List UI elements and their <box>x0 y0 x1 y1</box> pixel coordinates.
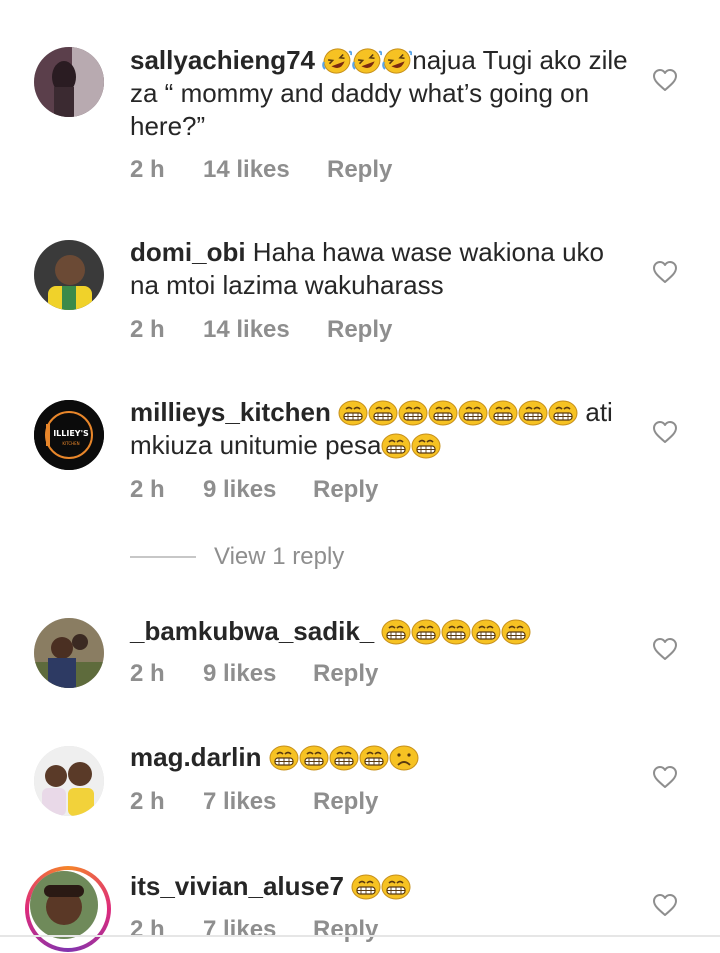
rofl-emoji-icon <box>322 48 353 74</box>
username[interactable]: mag.darlin <box>130 742 261 772</box>
comment-text: its_vivian_aluse7 <box>130 870 630 903</box>
emoji-group <box>381 430 441 460</box>
likes-count[interactable]: 7 likes <box>203 916 276 944</box>
avatar[interactable] <box>30 871 98 939</box>
username[interactable]: millieys_kitchen <box>130 397 331 427</box>
username[interactable]: _bamkubwa_sadik_ <box>130 616 374 646</box>
divider <box>130 556 196 558</box>
grin-emoji-icon <box>351 874 381 900</box>
timestamp: 2 h <box>130 788 165 815</box>
grin-emoji-icon <box>501 619 531 645</box>
comment-text: sallyachieng74 najua Tugi ako zile za “ … <box>130 44 630 143</box>
heart-icon[interactable] <box>652 68 678 92</box>
reply-button[interactable]: Reply <box>313 660 378 688</box>
timestamp: 2 h <box>130 476 165 503</box>
grin-emoji-icon <box>411 619 441 645</box>
frown-emoji-icon <box>389 745 419 771</box>
grin-emoji-icon <box>329 745 359 771</box>
reply-button[interactable]: Reply <box>313 788 378 816</box>
timestamp: 2 h <box>130 660 165 687</box>
likes-count[interactable]: 14 likes <box>203 156 290 184</box>
avatar[interactable] <box>34 618 104 688</box>
grin-emoji-icon <box>488 400 518 426</box>
grin-emoji-icon <box>269 745 299 771</box>
bottom-divider <box>0 935 720 937</box>
reply-button[interactable]: Reply <box>313 916 378 944</box>
grin-emoji-icon <box>381 874 411 900</box>
grin-emoji-icon <box>428 400 458 426</box>
username[interactable]: its_vivian_aluse7 <box>130 871 344 901</box>
logo-subtext: KITCHEN <box>62 441 79 446</box>
avatar[interactable] <box>34 47 104 117</box>
grin-emoji-icon <box>411 433 441 459</box>
likes-count[interactable]: 14 likes <box>203 316 290 344</box>
grin-emoji-icon <box>398 400 428 426</box>
heart-icon[interactable] <box>652 893 678 917</box>
reply-button[interactable]: Reply <box>327 156 392 184</box>
heart-icon[interactable] <box>652 637 678 661</box>
grin-emoji-icon <box>381 433 411 459</box>
comment-text: millieys_kitchen ati mkiuza unitumie pes… <box>130 396 630 462</box>
avatar[interactable] <box>34 746 104 816</box>
grin-emoji-icon <box>359 745 389 771</box>
emoji-group <box>338 397 578 427</box>
timestamp: 2 h <box>130 916 165 943</box>
grin-emoji-icon <box>548 400 578 426</box>
timestamp: 2 h <box>130 316 165 343</box>
heart-icon[interactable] <box>652 420 678 444</box>
grin-emoji-icon <box>471 619 501 645</box>
emoji-group <box>322 45 413 75</box>
emoji-group <box>351 871 411 901</box>
story-ring[interactable] <box>25 866 111 952</box>
grin-emoji-icon <box>299 745 329 771</box>
grin-emoji-icon <box>368 400 398 426</box>
comment-text: mag.darlin <box>130 741 630 774</box>
avatar[interactable]: ILLIEY'S KITCHEN <box>34 400 104 470</box>
emoji-group <box>269 742 419 772</box>
grin-emoji-icon <box>458 400 488 426</box>
likes-count[interactable]: 9 likes <box>203 660 276 688</box>
timestamp: 2 h <box>130 156 165 183</box>
grin-emoji-icon <box>381 619 411 645</box>
likes-count[interactable]: 7 likes <box>203 788 276 816</box>
view-replies-label: View 1 reply <box>214 543 345 570</box>
rofl-emoji-icon <box>382 48 413 74</box>
heart-icon[interactable] <box>652 765 678 789</box>
grin-emoji-icon <box>338 400 368 426</box>
comment-text: _bamkubwa_sadik_ <box>130 615 630 648</box>
rofl-emoji-icon <box>352 48 383 74</box>
likes-count[interactable]: 9 likes <box>203 476 276 504</box>
grin-emoji-icon <box>441 619 471 645</box>
avatar[interactable] <box>34 240 104 310</box>
username[interactable]: sallyachieng74 <box>130 45 315 75</box>
grin-emoji-icon <box>518 400 548 426</box>
logo-text: ILLIEY'S <box>53 429 89 438</box>
username[interactable]: domi_obi <box>130 237 246 267</box>
reply-button[interactable]: Reply <box>313 476 378 504</box>
emoji-group <box>381 616 531 646</box>
reply-button[interactable]: Reply <box>327 316 392 344</box>
comment-text: domi_obi Haha hawa wase wakiona uko na m… <box>130 236 630 302</box>
heart-icon[interactable] <box>652 260 678 284</box>
